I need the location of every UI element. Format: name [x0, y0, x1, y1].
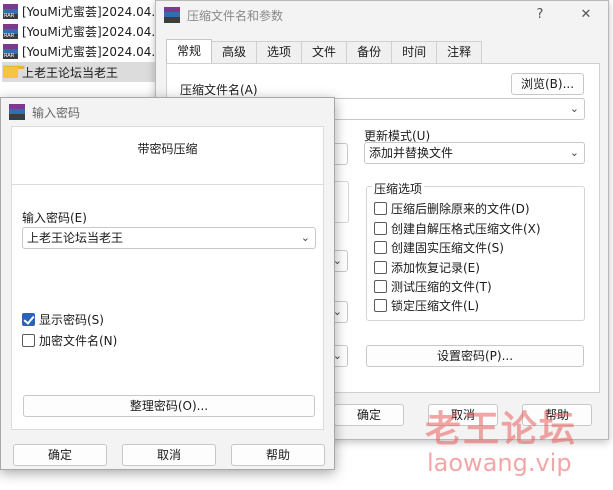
tab-advanced[interactable]: 高级 [211, 41, 258, 63]
folder-icon [2, 65, 25, 79]
file-name: [YouMi尤蜜荟]2024.04. [22, 4, 156, 19]
checkbox-box[interactable] [374, 241, 387, 254]
tab-time[interactable]: 时间 [391, 41, 438, 63]
encrypt-filenames-label: 加密文件名(N) [39, 334, 118, 348]
options-group-title: 压缩选项 [372, 180, 425, 197]
tab-files[interactable]: 文件 [301, 41, 348, 63]
solid-checkbox[interactable]: 创建固实压缩文件(S) [374, 239, 504, 256]
update-mode-value: 添加并替换文件 [369, 146, 454, 160]
encrypt-filenames-checkbox[interactable]: 加密文件名(N) [22, 332, 117, 349]
chevron-down-icon: ⌄ [569, 146, 579, 159]
help-title-button[interactable]: ? [528, 5, 552, 25]
option-label: 创建自解压格式压缩文件(X) [391, 222, 541, 236]
password-combo[interactable]: 上老王论坛当老王 ⌄ [22, 227, 316, 249]
winrar-icon [9, 104, 25, 120]
rar-archive-icon: RAR [2, 3, 19, 20]
file-list: RAR [YouMi尤蜜荟]2024.04. RAR [YouMi尤蜜荟]202… [0, 0, 160, 92]
checkbox-box[interactable] [374, 280, 387, 293]
rar-archive-icon: RAR [2, 23, 19, 40]
file-name: [YouMi尤蜜荟]2024.04. [22, 24, 156, 39]
tab-options[interactable]: 选项 [256, 41, 303, 63]
password-help-button[interactable]: 帮助 [231, 444, 325, 466]
folder-item[interactable]: 上老王论坛当老王 [2, 62, 158, 82]
file-item[interactable]: RAR [YouMi尤蜜荟]2024.04. [2, 21, 158, 41]
checkbox-box[interactable] [22, 313, 35, 326]
divider [12, 184, 323, 185]
delete-after-checkbox[interactable]: 压缩后删除原来的文件(D) [374, 200, 530, 217]
lock-archive-checkbox[interactable]: 锁定压缩文件(L) [374, 297, 479, 314]
show-password-checkbox[interactable]: 显示密码(S) [22, 311, 104, 328]
chevron-down-icon: ⌄ [300, 231, 310, 244]
checkbox-box[interactable] [374, 299, 387, 312]
option-label: 测试压缩的文件(T) [391, 280, 492, 294]
password-label: 输入密码(E) [22, 211, 87, 225]
browse-button[interactable]: 浏览(B)... [511, 73, 584, 95]
password-dialog-titlebar: 输入密码 [1, 98, 334, 126]
dialog-title: 压缩文件名和参数 [187, 8, 284, 23]
ok-button[interactable]: 确定 [334, 404, 404, 426]
tab-comment[interactable]: 注释 [436, 41, 483, 63]
checkbox-box[interactable] [22, 334, 35, 347]
password-value: 上老王论坛当老王 [27, 231, 124, 245]
update-mode-combo[interactable]: 添加并替换文件 ⌄ [364, 142, 585, 164]
watermark-url: laowang.vip [427, 449, 572, 477]
option-label: 锁定压缩文件(L) [391, 299, 480, 313]
password-heading: 带密码压缩 [137, 142, 198, 156]
set-password-button[interactable]: 设置密码(P)... [366, 345, 584, 367]
file-item[interactable]: RAR [YouMi尤蜜荟]2024.04. [2, 41, 158, 61]
password-ok-button[interactable]: 确定 [13, 444, 107, 466]
file-item[interactable]: RAR [YouMi尤蜜荟]2024.04. [2, 1, 158, 21]
show-password-label: 显示密码(S) [39, 313, 104, 327]
password-cancel-button[interactable]: 取消 [122, 444, 216, 466]
watermark-text: 老王论坛 [425, 409, 578, 450]
rar-archive-icon: RAR [2, 43, 19, 60]
tab-strip: 常规 高级 选项 文件 备份 时间 注释 [166, 39, 483, 63]
option-label: 创建固实压缩文件(S) [391, 241, 504, 255]
tab-general[interactable]: 常规 [166, 39, 213, 63]
file-name: [YouMi尤蜜荟]2024.04. [22, 44, 156, 59]
chevron-down-icon: ⌄ [569, 102, 579, 115]
recovery-record-checkbox[interactable]: 添加恢复记录(E) [374, 259, 480, 276]
winrar-icon [164, 7, 180, 23]
password-panel: 带密码压缩 输入密码(E) 上老王论坛当老王 ⌄ 显示密码(S) 加密文件名(N… [11, 126, 324, 430]
password-dialog-title: 输入密码 [32, 105, 81, 120]
archive-name-label: 压缩文件名(A) [180, 83, 258, 97]
option-label: 压缩后删除原来的文件(D) [391, 202, 530, 216]
test-files-checkbox[interactable]: 测试压缩的文件(T) [374, 278, 492, 295]
organize-passwords-button[interactable]: 整理密码(O)... [23, 395, 315, 417]
password-dialog: 输入密码 带密码压缩 输入密码(E) 上老王论坛当老王 ⌄ 显示密码(S) 加密… [0, 97, 335, 470]
checkbox-box[interactable] [374, 202, 387, 215]
tab-backup[interactable]: 备份 [346, 41, 393, 63]
checkbox-box[interactable] [374, 261, 387, 274]
folder-name: 上老王论坛当老王 [22, 65, 119, 80]
option-label: 添加恢复记录(E) [391, 261, 480, 275]
sfx-checkbox[interactable]: 创建自解压格式压缩文件(X) [374, 220, 541, 237]
checkbox-box[interactable] [374, 222, 387, 235]
close-button[interactable]: ✕ [574, 5, 598, 25]
